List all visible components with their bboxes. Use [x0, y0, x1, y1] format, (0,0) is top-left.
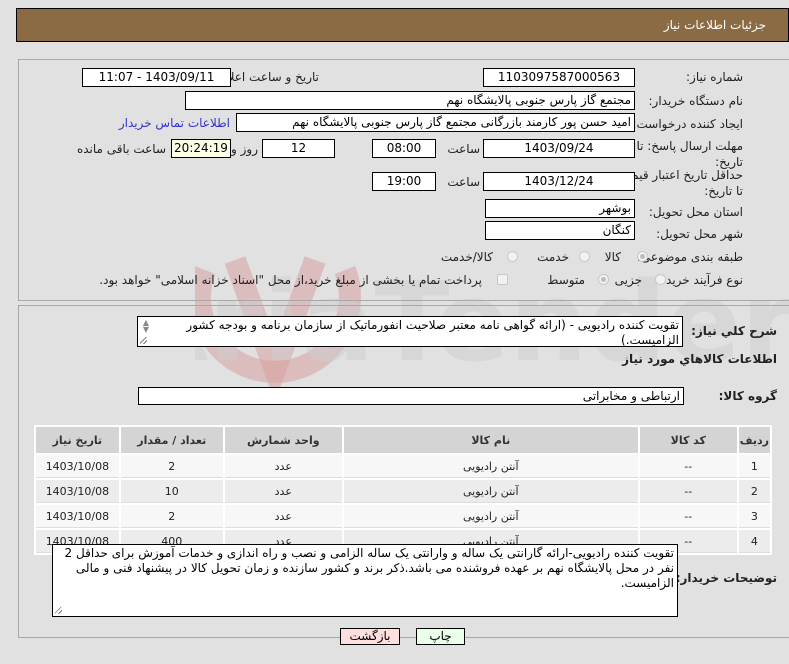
days-label: روز و — [231, 142, 258, 156]
scroll-arrows-icon[interactable]: ▲ ▼ — [141, 319, 151, 334]
reply-time-field[interactable]: 08:00 — [372, 139, 436, 158]
col-qty: تعداد / مقدار — [120, 427, 223, 453]
goods-group-label: گروه کالا: — [718, 389, 777, 403]
category-radio-service[interactable] — [579, 251, 590, 262]
category-option-goods-label: کالا — [604, 250, 621, 264]
price-validity-time-field[interactable]: 19:00 — [372, 172, 436, 191]
description-label: شرح کلي نياز: — [691, 324, 777, 338]
col-unit: واحد شمارش — [224, 427, 342, 453]
goods-table-header: ردیف کد کالا نام کالا واحد شمارش تعداد /… — [36, 427, 770, 453]
print-button[interactable]: چاپ — [416, 628, 465, 645]
resize-grip-icon[interactable] — [140, 337, 147, 344]
cell-unit: عدد — [224, 505, 342, 528]
city-label: شهر محل تحویل: — [656, 227, 743, 241]
province-field[interactable]: بوشهر — [485, 199, 635, 218]
buyer-notes-textarea[interactable]: تقویت کننده رادیویی-ارائه گارانتی یک سال… — [52, 544, 678, 617]
remaining-time-field[interactable]: 20:24:19 — [171, 139, 231, 158]
process-option-minor-label: جزیی — [614, 273, 642, 287]
goods-section-title: اطلاعات کالاهاي مورد نياز — [622, 352, 777, 366]
col-date: تاریخ نیاز — [36, 427, 119, 453]
category-radio-goods[interactable] — [637, 251, 648, 262]
category-option-service-label: خدمت — [537, 250, 569, 264]
buyer-notes-label: توضیحات خریدار: — [675, 571, 777, 585]
cell-code: -- — [639, 480, 737, 503]
page-title: جزئیات اطلاعات نیاز — [663, 18, 766, 32]
page-header: جزئیات اطلاعات نیاز — [16, 8, 789, 42]
col-code: کد کالا — [639, 427, 737, 453]
cell-row: 3 — [738, 505, 770, 528]
back-button[interactable]: بازگشت — [340, 628, 400, 645]
creator-label: ایجاد کننده درخواست: — [632, 117, 743, 131]
cell-code: -- — [639, 505, 737, 528]
cell-qty: 10 — [120, 480, 223, 503]
resize-grip-icon[interactable] — [55, 607, 62, 614]
cell-qty: 2 — [120, 505, 223, 528]
cell-row: 1 — [738, 455, 770, 478]
goods-group-field[interactable]: ارتباطی و مخابراتی — [138, 387, 684, 405]
remaining-days-field[interactable]: 12 — [262, 139, 335, 158]
reply-date-field[interactable]: 1403/09/24 — [483, 139, 635, 158]
cell-date: 1403/10/08 — [36, 455, 119, 478]
buyer-notes-text: تقویت کننده رادیویی-ارائه گارانتی یک سال… — [64, 546, 674, 590]
cell-row: 4 — [738, 530, 770, 553]
province-label: استان محل تحویل: — [648, 205, 743, 219]
city-field[interactable]: کنگان — [485, 221, 635, 240]
treasury-checkbox[interactable] — [497, 274, 508, 285]
cell-name: آنتن رادیویی — [343, 480, 638, 503]
cell-name: آنتن رادیویی — [343, 455, 638, 478]
cell-date: 1403/10/08 — [36, 480, 119, 503]
price-validity-time-label: ساعت — [447, 175, 480, 189]
goods-table: ردیف کد کالا نام کالا واحد شمارش تعداد /… — [34, 425, 772, 555]
treasury-checkbox-label: پرداخت تمام یا بخشی از مبلغ خرید،از محل … — [99, 273, 482, 287]
creator-field[interactable]: امید حسن پور کارمند بازرگانی مجتمع گاز پ… — [236, 113, 635, 132]
buyer-org-field[interactable]: مجتمع گاز پارس جنوبی پالایشگاه نهم — [185, 91, 635, 110]
table-row[interactable]: 1 -- آنتن رادیویی عدد 2 1403/10/08 — [36, 455, 770, 478]
cell-date: 1403/10/08 — [36, 505, 119, 528]
category-option-goods-service-label: کالا/خدمت — [440, 250, 493, 264]
process-radio-medium[interactable] — [598, 274, 609, 285]
col-name: نام کالا — [343, 427, 638, 453]
cell-unit: عدد — [224, 455, 342, 478]
table-row[interactable]: 3 -- آنتن رادیویی عدد 2 1403/10/08 — [36, 505, 770, 528]
table-row[interactable]: 2 -- آنتن رادیویی عدد 10 1403/10/08 — [36, 480, 770, 503]
description-text: تقویت کننده رادیویی - (ارائه گواهی نامه … — [186, 318, 679, 347]
process-label: نوع فرآیند خرید : — [658, 273, 743, 287]
buyer-org-label: نام دستگاه خریدار: — [648, 94, 744, 108]
cell-unit: عدد — [224, 480, 342, 503]
description-textarea[interactable]: ▲ ▼ تقویت کننده رادیویی - (ارائه گواهی نا… — [137, 316, 683, 347]
cell-row: 2 — [738, 480, 770, 503]
col-row: ردیف — [738, 427, 770, 453]
buyer-contact-link[interactable]: اطلاعات تماس خریدار — [119, 116, 230, 130]
need-number-field[interactable]: 1103097587000563 — [483, 68, 635, 87]
cell-code: -- — [639, 455, 737, 478]
need-number-label: شماره نیاز: — [686, 70, 743, 84]
process-radio-minor[interactable] — [655, 274, 666, 285]
category-label: طبقه بندی موضوعی: — [636, 250, 743, 264]
remaining-label: ساعت باقی مانده — [76, 142, 166, 156]
category-radio-goods-service[interactable] — [507, 251, 518, 262]
price-validity-date-field[interactable]: 1403/12/24 — [483, 172, 635, 191]
process-option-medium-label: متوسط — [547, 273, 585, 287]
reply-deadline-label: مهلت ارسال پاسخ: تا تاریخ: — [636, 139, 743, 169]
cell-qty: 2 — [120, 455, 223, 478]
cell-name: آنتن رادیویی — [343, 505, 638, 528]
reply-time-label: ساعت — [447, 142, 480, 156]
announce-datetime-field[interactable]: 1403/09/11 - 11:07 — [82, 68, 231, 87]
